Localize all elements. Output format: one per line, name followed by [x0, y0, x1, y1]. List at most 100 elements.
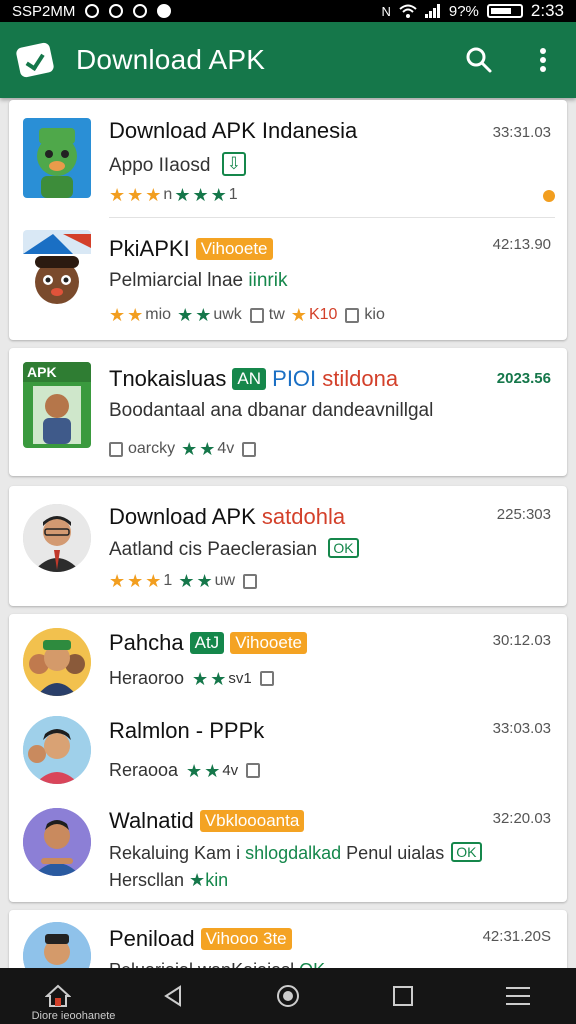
status-badge: Vihooo 3te: [200, 928, 292, 950]
home-button[interactable]: [258, 968, 318, 1024]
thumbs-up-icon[interactable]: [242, 441, 257, 457]
wifi-icon: [399, 4, 417, 18]
app-subtitle: Rekaluing Kam i shlogdalkad Penul uialas…: [109, 842, 482, 864]
app-title-text: Tnokaisluas AN PIOI stildona: [109, 366, 398, 392]
app-title-text: Download APK Indanesia: [109, 118, 358, 143]
star-icon: ★: [195, 305, 212, 325]
tag-icon: [109, 441, 123, 457]
subtitle-tag: shlogdalkad: [245, 843, 342, 863]
star-icon: ★: [196, 571, 213, 591]
battery-icon: [486, 4, 523, 18]
app-card: Download APK satdohla Aatland cis Paecle…: [9, 486, 567, 606]
rating-text: uw: [214, 572, 236, 589]
app-card: APK Tnokaisluas AN PIOI stildona Boodanta…: [9, 348, 567, 476]
star-icon: ★: [192, 185, 209, 205]
app-thumbnail: APK: [23, 362, 91, 448]
app-title-label: Peniload: [109, 926, 195, 951]
app-thumbnail: [23, 230, 91, 310]
star-icon: ★: [204, 760, 221, 781]
download-badge-icon: ⇩: [221, 152, 246, 176]
ok-badge: OK: [451, 842, 482, 862]
timestamp: 42:31.20S: [482, 928, 551, 945]
star-icon: ★: [127, 305, 144, 325]
star-icon: ★: [174, 185, 191, 205]
app-card: Download APK Indanesia Appo IIaosd ⇩ ★ ★…: [9, 100, 567, 340]
rating-row: ★ ★ ★ 1 ★ ★ uw: [109, 572, 260, 590]
star-icon: ★: [127, 571, 144, 591]
app-subtitle-end: Penul uialas: [346, 843, 445, 863]
list-item[interactable]: Download APK Indanesia Appo IIaosd ⇩ ★ ★…: [9, 100, 567, 218]
more-options-button[interactable]: [528, 45, 558, 75]
nav-home-app-button[interactable]: Diore ieoohanete: [28, 968, 115, 1024]
record-icon: [157, 4, 172, 18]
app-title-label: Walnatid: [109, 808, 194, 833]
star-icon: ★: [109, 185, 126, 205]
app-title-label: Tnokaisluas: [109, 366, 227, 391]
star-icon: ★: [145, 185, 162, 205]
rating-text: tw: [268, 306, 285, 323]
thumbs-up-icon[interactable]: [345, 307, 360, 323]
app-subtitle-text: Rekaluing Kam i: [109, 843, 241, 863]
status-carrier: SSP2MM: [12, 2, 76, 20]
rating-text: kio: [364, 306, 385, 323]
rating-text: sv1: [228, 670, 252, 687]
app-title-red: satdohla: [261, 504, 346, 529]
star-icon: ★: [109, 571, 126, 591]
list-item[interactable]: Download APK satdohla Aatland cis Paecle…: [9, 486, 567, 606]
rating-row: Reraooa ★ ★ 4v: [109, 760, 263, 781]
list-item[interactable]: Pahcha AtJ Vihooete Heraoroo ★ ★ sv1 30:12…: [9, 614, 567, 706]
app-logo-icon: [15, 41, 55, 79]
app-subtitle-text: Appo IIaosd: [109, 155, 211, 176]
recents-icon: [393, 986, 414, 1006]
app-subtitle: Boodantaal ana dbanar dandeavnillgal: [109, 400, 434, 421]
star-icon: ★: [177, 305, 194, 325]
list-item[interactable]: Walnatid Vbkloooanta Rekaluing Kam i shlo…: [9, 796, 567, 902]
timestamp: 33:31.03: [492, 124, 551, 141]
star-icon: ★: [186, 760, 203, 781]
rating-text: 1: [163, 572, 173, 589]
rating-text: 4v: [217, 440, 235, 457]
list-item[interactable]: Ralmlon - PPPk Reraooa ★ ★ 4v 33:03.03: [9, 706, 567, 796]
star-icon: ★: [145, 571, 162, 591]
sync-icon: [133, 4, 148, 18]
star-icon: ★: [181, 439, 198, 459]
app-subtitle: Aatland cis Paeclerasian OK: [109, 538, 359, 561]
app-title-text: PkiAPKI Vihooete: [109, 236, 273, 262]
app-subtitle-text: Aatland cis Paeclerasian: [109, 539, 318, 560]
status-badge: AN: [232, 368, 267, 390]
battery-percent: 9?%: [448, 2, 479, 20]
app-thumbnail: [23, 118, 91, 198]
app-title-label: Pahcha: [109, 630, 184, 655]
app-title-text: Download APK satdohla: [109, 504, 345, 530]
status-badge: AtJ: [189, 632, 225, 654]
app-title-label: PkiAPKI: [109, 236, 190, 261]
home-circle-icon: [276, 985, 299, 1007]
list-item[interactable]: APK Tnokaisluas AN PIOI stildona Boodanta…: [9, 348, 567, 476]
app-title: Download APK: [76, 44, 266, 75]
rating-row: Heraoroo ★ ★ sv1: [109, 668, 277, 689]
star-icon: ★: [210, 185, 227, 205]
star-icon: ★: [127, 185, 144, 205]
thumbs-up-icon[interactable]: [249, 307, 264, 323]
app-title-red: stildona: [322, 366, 399, 391]
search-button[interactable]: [464, 45, 494, 75]
rating-text: K10: [308, 306, 338, 323]
thumbs-up-icon[interactable]: [243, 573, 258, 589]
back-icon: [163, 985, 181, 1007]
thumbs-up-icon[interactable]: [259, 671, 274, 686]
app-subtitle-text: Pelmiarcial lnae: [109, 270, 244, 291]
thumbs-up-icon[interactable]: [246, 763, 261, 778]
list-item[interactable]: PkiAPKI Vihooete Pelmiarcial lnae iinrik …: [9, 218, 567, 340]
subtitle-tag: iinrik: [248, 270, 288, 291]
menu-button[interactable]: [488, 968, 548, 1024]
app-subtitle-text: Heraoroo: [109, 668, 185, 688]
recents-button[interactable]: [373, 968, 433, 1024]
back-button[interactable]: [143, 968, 203, 1024]
extra-tag: kin: [205, 870, 229, 890]
app-title-blue: PIOI: [272, 366, 317, 391]
nfc-icon: N: [381, 3, 391, 19]
status-badge: Vbkloooanta: [199, 810, 305, 832]
app-card: Pahcha AtJ Vihooete Heraoroo ★ ★ sv1 30:12…: [9, 614, 567, 902]
status-badge: Vihooete: [195, 238, 273, 260]
avatar: [23, 504, 91, 572]
